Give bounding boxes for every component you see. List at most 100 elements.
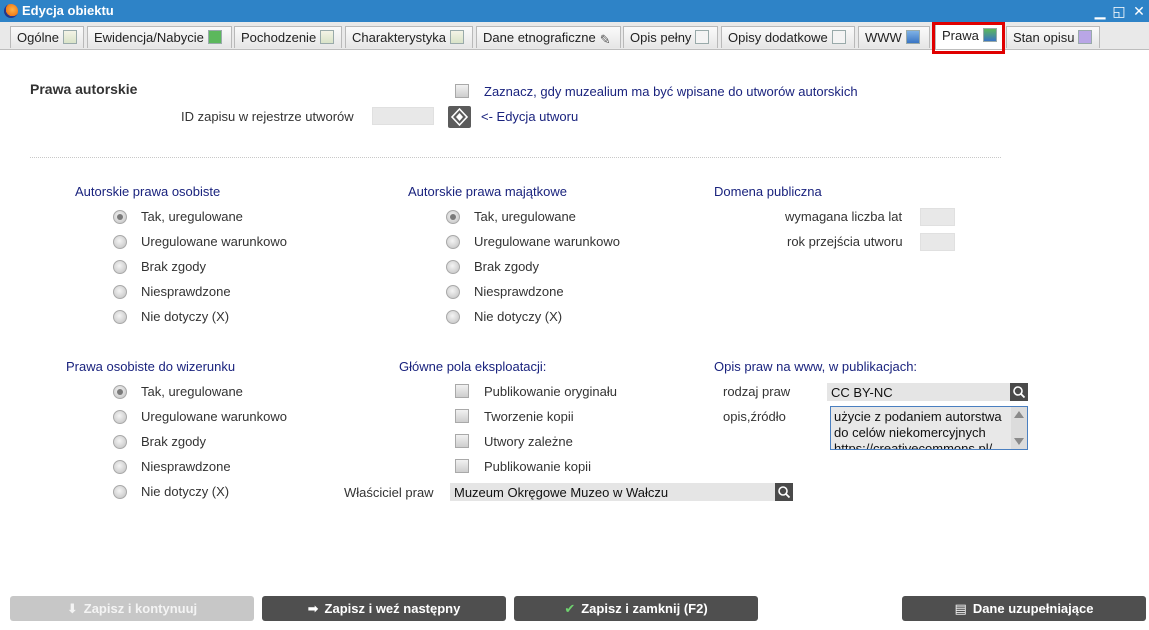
radio-label: Uregulowane warunkowo bbox=[141, 234, 287, 249]
radio-label: Brak zgody bbox=[141, 434, 207, 449]
derivative-works-checkbox[interactable] bbox=[455, 434, 469, 448]
textarea-scrollbar[interactable] bbox=[1011, 407, 1027, 449]
grid-doc-icon bbox=[62, 30, 77, 44]
tab-label: Opis pełny bbox=[630, 30, 692, 45]
list-doc-icon bbox=[320, 30, 335, 44]
tab-label: Charakterystyka bbox=[352, 30, 446, 45]
close-button[interactable]: ✕ bbox=[1131, 3, 1147, 19]
radio-checked[interactable] bbox=[446, 210, 460, 224]
green-arrow-down-icon bbox=[207, 30, 222, 44]
arrow-right-icon: ➡ bbox=[307, 601, 319, 616]
required-years-input[interactable] bbox=[920, 208, 955, 226]
radio-label: Uregulowane warunkowo bbox=[141, 409, 287, 424]
save-close-button[interactable]: ✔ Zapisz i zamknij (F2) bbox=[514, 596, 758, 621]
radio-label: Tak, uregulowane bbox=[141, 384, 243, 399]
radio[interactable] bbox=[113, 435, 127, 449]
registry-id-label: ID zapisu w rejestrze utworów bbox=[181, 109, 354, 124]
tab-label: Ewidencja/Nabycie bbox=[94, 30, 204, 45]
extra-data-label: Dane uzupełniające bbox=[972, 601, 1094, 616]
save-close-label: Zapisz i zamknij (F2) bbox=[581, 601, 708, 616]
active-tab-highlight bbox=[932, 22, 1005, 54]
radio[interactable] bbox=[113, 235, 127, 249]
radio-label: Brak zgody bbox=[141, 259, 207, 274]
globe-icon bbox=[905, 30, 920, 44]
radio-label: Niesprawdzone bbox=[141, 459, 231, 474]
radio-label: Niesprawdzone bbox=[474, 284, 564, 299]
tab-charakterystyka[interactable]: Charakterystyka bbox=[345, 26, 473, 48]
radio[interactable] bbox=[446, 260, 460, 274]
copyright-work-checkbox[interactable] bbox=[455, 84, 469, 98]
search-icon bbox=[778, 486, 791, 499]
registry-id-input[interactable] bbox=[372, 107, 434, 125]
create-copies-checkbox[interactable] bbox=[455, 409, 469, 423]
radio-label: Uregulowane warunkowo bbox=[474, 234, 620, 249]
tab-pochodzenie[interactable]: Pochodzenie bbox=[234, 26, 342, 48]
personal-rights-title: Autorskie prawa osobiste bbox=[75, 184, 221, 199]
edit-work-button[interactable] bbox=[448, 106, 471, 128]
radio[interactable] bbox=[113, 460, 127, 474]
diamond-edit-icon bbox=[450, 107, 469, 127]
radio-label: Tak, uregulowane bbox=[141, 209, 243, 224]
section-title: Prawa autorskie bbox=[30, 81, 138, 97]
create-copies-label: Tworzenie kopii bbox=[484, 409, 574, 424]
download-arrow-icon: ⬇ bbox=[66, 601, 78, 616]
tab-opisy-dodatkowe[interactable]: Opisy dodatkowe bbox=[721, 26, 855, 48]
tab-label: WWW bbox=[865, 30, 902, 45]
section-divider bbox=[30, 157, 1001, 158]
derivative-works-label: Utwory zależne bbox=[484, 434, 573, 449]
radio-checked[interactable] bbox=[113, 210, 127, 224]
tab-label: Ogólne bbox=[17, 30, 59, 45]
rights-type-search-button[interactable] bbox=[1010, 383, 1028, 401]
radio-checked[interactable] bbox=[113, 385, 127, 399]
transition-year-input[interactable] bbox=[920, 233, 955, 251]
radio[interactable] bbox=[113, 285, 127, 299]
minimize-button[interactable]: ▁ bbox=[1092, 3, 1108, 19]
save-next-button[interactable]: ➡ Zapisz i weź następny bbox=[262, 596, 506, 621]
title-bar: Edycja obiektu ▁ ◱ ✕ bbox=[0, 0, 1149, 22]
tab-dane-etnograficzne[interactable]: Dane etnograficzne ✎ bbox=[476, 26, 621, 48]
description-source-label: opis,źródło bbox=[723, 409, 786, 424]
restore-button[interactable]: ◱ bbox=[1111, 3, 1127, 19]
save-continue-button[interactable]: ⬇ Zapisz i kontynuuj bbox=[10, 596, 254, 621]
text-doc-icon bbox=[695, 30, 710, 44]
publish-copies-label: Publikowanie kopii bbox=[484, 459, 591, 474]
rights-type-label: rodzaj praw bbox=[723, 384, 791, 399]
rights-owner-field[interactable]: Muzeum Okręgowe Muzeo w Wałczu bbox=[450, 483, 775, 501]
pencil-icon: ✎ bbox=[599, 32, 611, 47]
text-doc-icon bbox=[831, 30, 846, 44]
public-domain-title: Domena publiczna bbox=[714, 184, 822, 199]
owner-search-button[interactable] bbox=[775, 483, 793, 501]
radio[interactable] bbox=[113, 310, 127, 324]
tab-label: Opisy dodatkowe bbox=[728, 30, 828, 45]
exploitation-title: Główne pola eksploatacji: bbox=[399, 359, 547, 374]
publish-copies-checkbox[interactable] bbox=[455, 459, 469, 473]
radio[interactable] bbox=[113, 260, 127, 274]
purple-doc-icon bbox=[1078, 30, 1093, 44]
document-icon: ▤ bbox=[954, 601, 967, 616]
description-source-text: użycie z podaniem autorstwa do celów nie… bbox=[834, 409, 1002, 450]
tab-opis-pelny[interactable]: Opis pełny bbox=[623, 26, 718, 48]
tab-stan-opisu[interactable]: Stan opisu bbox=[1006, 26, 1100, 48]
radio-label: Nie dotyczy (X) bbox=[141, 484, 230, 499]
web-rights-title: Opis praw na www, w publikacjach: bbox=[714, 359, 918, 374]
publish-original-checkbox[interactable] bbox=[455, 384, 469, 398]
publish-original-label: Publikowanie oryginału bbox=[484, 384, 617, 399]
edit-work-link[interactable]: <- Edycja utworu bbox=[481, 109, 578, 124]
radio-label: Brak zgody bbox=[474, 259, 540, 274]
rights-type-field[interactable]: CC BY-NC bbox=[827, 383, 1010, 401]
description-source-textarea[interactable]: użycie z podaniem autorstwa do celów nie… bbox=[830, 406, 1028, 450]
tab-label: Dane etnograficzne bbox=[483, 30, 596, 45]
rights-owner-label: Właściciel praw bbox=[344, 485, 434, 500]
property-rights-title: Autorskie prawa majątkowe bbox=[408, 184, 567, 199]
radio[interactable] bbox=[446, 235, 460, 249]
app-logo-icon bbox=[4, 4, 18, 18]
radio-label: Niesprawdzone bbox=[141, 284, 231, 299]
tab-www[interactable]: WWW bbox=[858, 26, 930, 48]
tab-ewidencja[interactable]: Ewidencja/Nabycie bbox=[87, 26, 232, 48]
radio[interactable] bbox=[113, 410, 127, 424]
tab-ogolne[interactable]: Ogólne bbox=[10, 26, 84, 48]
extra-data-button[interactable]: ▤ Dane uzupełniające bbox=[902, 596, 1146, 621]
radio[interactable] bbox=[446, 310, 460, 324]
radio[interactable] bbox=[113, 485, 127, 499]
radio[interactable] bbox=[446, 285, 460, 299]
